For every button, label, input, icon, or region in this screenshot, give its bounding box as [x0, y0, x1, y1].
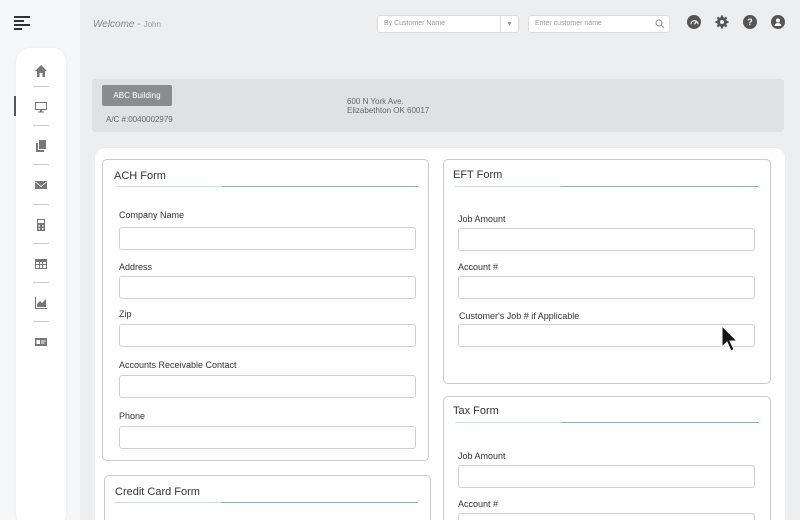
mouse-pointer-icon	[720, 324, 740, 358]
customer-filter-value: By Customer Name	[384, 20, 446, 27]
tax-form-title: Tax Form	[453, 405, 499, 417]
welcome-text: Welcome - John	[93, 19, 161, 30]
tax-account-label: Account #	[458, 499, 499, 509]
monitor-icon[interactable]	[14, 93, 66, 121]
search-icon[interactable]	[655, 19, 665, 31]
customer-info-banner: ABC Building A/C #:0040002979 600 N York…	[92, 79, 784, 132]
table-icon[interactable]	[16, 250, 66, 278]
documents-icon[interactable]	[16, 132, 66, 160]
customer-job-number-field[interactable]	[458, 324, 755, 347]
id-card-icon[interactable]	[16, 328, 66, 356]
sidebar	[0, 0, 80, 520]
menu-toggle-icon[interactable]	[14, 16, 30, 30]
building-button[interactable]: ABC Building	[102, 85, 172, 106]
dashboard-gauge-icon[interactable]	[687, 15, 701, 29]
nav-rail	[14, 48, 66, 520]
address-field[interactable]	[119, 276, 416, 299]
ach-form-title: ACH Form	[114, 170, 166, 182]
user-profile-icon[interactable]	[771, 15, 785, 29]
nav-divider	[33, 321, 49, 322]
nav-divider	[33, 204, 49, 205]
user-name: John	[143, 20, 161, 29]
calculator-icon[interactable]	[16, 211, 66, 239]
forms-panel: ACH Form Company Name Address Zip Accoun…	[95, 148, 785, 520]
address-label: Address	[119, 262, 153, 272]
tax-job-amount-field[interactable]	[458, 465, 755, 488]
tax-form-card: Tax Form Job Amount Account #	[443, 396, 771, 520]
credit-card-form-title: Credit Card Form	[115, 486, 200, 498]
phone-field[interactable]	[119, 426, 416, 449]
address-line-2: Elizabethton OK 60017	[347, 106, 430, 115]
phone-label: Phone	[119, 411, 146, 421]
eft-form-title: EFT Form	[453, 169, 503, 181]
gear-icon[interactable]	[715, 15, 729, 29]
company-name-field[interactable]	[119, 227, 416, 250]
ach-form-card: ACH Form Company Name Address Zip Accoun…	[102, 159, 429, 461]
nav-divider	[33, 282, 49, 283]
search-placeholder: Enter customer name	[535, 20, 602, 27]
company-name-label: Company Name	[119, 210, 185, 220]
account-number: A/C #:0040002979	[106, 115, 173, 124]
eft-account-label: Account #	[458, 262, 499, 272]
customer-address: 600 N York Ave. Elizabethton OK 60017	[347, 97, 429, 115]
nav-divider	[33, 125, 49, 126]
nav-divider	[33, 86, 49, 87]
tax-account-field[interactable]	[458, 513, 755, 520]
eft-job-amount-field[interactable]	[458, 228, 755, 251]
chevron-down-icon[interactable]: ▼	[500, 16, 518, 32]
tax-job-amount-label: Job Amount	[458, 451, 506, 461]
ar-contact-label: Accounts Receivable Contact	[119, 360, 237, 370]
address-line-1: 600 N York Ave.	[347, 97, 404, 106]
credit-card-form-divider	[115, 502, 418, 503]
help-icon[interactable]: ?	[743, 15, 757, 29]
eft-account-field[interactable]	[458, 276, 755, 299]
ar-contact-field[interactable]	[119, 375, 416, 398]
nav-divider	[33, 243, 49, 244]
home-icon[interactable]	[16, 57, 66, 85]
eft-job-amount-label: Job Amount	[458, 214, 506, 224]
customer-job-number-label: Customer's Job # if Applicable	[459, 311, 580, 321]
zip-field[interactable]	[119, 324, 416, 347]
nav-divider	[33, 164, 49, 165]
credit-card-form-card: Credit Card Form	[104, 475, 431, 520]
customer-search-input[interactable]: Enter customer name	[528, 15, 670, 33]
welcome-label: Welcome -	[93, 19, 141, 30]
eft-form-divider	[455, 186, 759, 187]
top-bar: Welcome - John By Customer Name ▼ Enter c…	[80, 0, 800, 48]
tax-form-divider	[455, 422, 759, 423]
chart-icon[interactable]	[16, 289, 66, 317]
ach-form-divider	[116, 186, 419, 187]
customer-filter-select[interactable]: By Customer Name ▼	[377, 15, 519, 33]
zip-label: Zip	[119, 309, 132, 319]
mail-icon[interactable]	[16, 171, 66, 199]
